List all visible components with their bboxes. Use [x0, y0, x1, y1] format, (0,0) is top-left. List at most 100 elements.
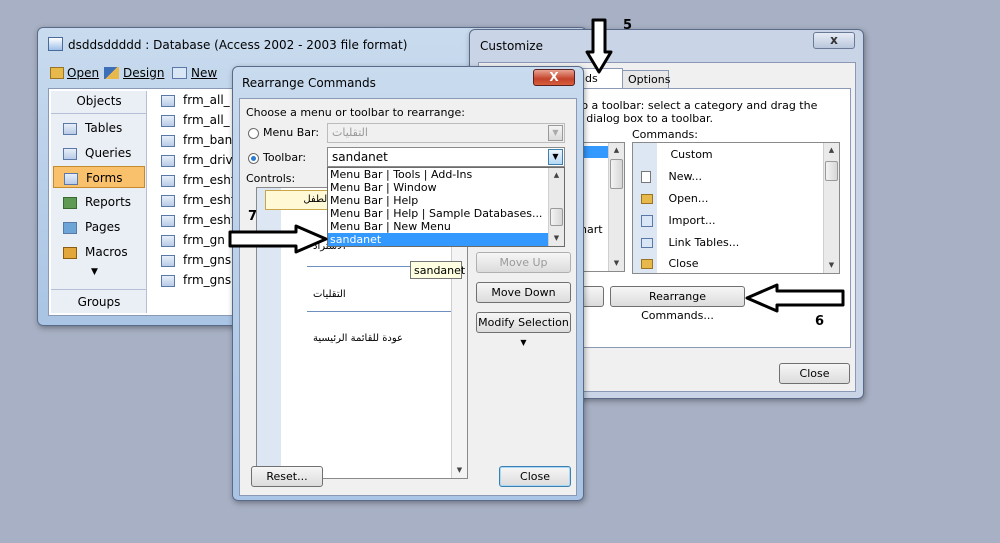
list-item[interactable]: frm_gns [161, 273, 231, 287]
rearrange-client: Choose a menu or toolbar to rearrange: M… [239, 98, 577, 496]
categories-list[interactable]: hart ▲ ▼ [577, 142, 625, 272]
menu-bar-label: Menu Bar: [263, 126, 320, 139]
list-item[interactable]: frm_gns [161, 253, 231, 267]
commands-scrollbar[interactable]: ▲ ▼ [823, 143, 839, 273]
move-down-button[interactable]: Move Down [476, 282, 571, 303]
chevron-down-icon[interactable]: ▼ [548, 125, 563, 141]
toolbar-combo[interactable]: sandanet ▼ [327, 147, 565, 167]
objects-item-macros[interactable]: Macros [63, 245, 128, 259]
rearrange-commands-button[interactable]: Rearrange Commands... [610, 286, 745, 322]
list-item[interactable]: Open... [641, 192, 708, 205]
form-icon [161, 94, 175, 107]
open-button[interactable]: Open [67, 66, 99, 80]
report-icon [63, 196, 77, 209]
list-item[interactable]: frm_gn [161, 233, 225, 247]
categories-scrollbar[interactable]: ▲ ▼ [608, 143, 624, 271]
annotation-arrow-5-icon [585, 18, 613, 74]
dropdown-item[interactable]: Menu Bar | New Menu [330, 220, 451, 233]
page-icon [63, 221, 77, 234]
dropdown-item-selected[interactable]: sandanet [328, 233, 548, 246]
form-icon [161, 274, 175, 287]
objects-item-tables[interactable]: Tables [63, 121, 122, 135]
form-icon [161, 214, 175, 227]
modify-selection-button[interactable]: Modify Selection ▼ [476, 312, 571, 347]
menu-bar-value: التقليات [332, 126, 368, 139]
rearrange-title: Rearrange Commands [242, 76, 376, 90]
close-folder-icon [641, 259, 653, 269]
tab-options[interactable]: Options [622, 70, 670, 88]
objects-header: Objects [76, 94, 122, 108]
annotation-label-5: 5 [623, 18, 633, 33]
toolbar-value: sandanet [332, 150, 388, 164]
list-item[interactable]: frm_esht [161, 173, 236, 187]
list-item[interactable]: frm_ban [161, 133, 232, 147]
form-icon [64, 172, 78, 185]
dropdown-item[interactable]: Menu Bar | Tools | Add-Ins [330, 168, 472, 181]
new-file-icon [641, 171, 651, 183]
dropdown-item[interactable]: Menu Bar | Help [330, 194, 418, 207]
forms-list: frm_all_ frm_all_ frm_ban frm_driv frm_e… [161, 93, 241, 313]
dropdown-item[interactable]: Menu Bar | Window [330, 181, 437, 194]
link-tables-icon [641, 238, 653, 248]
toolbar-radio[interactable] [248, 153, 259, 164]
reset-button[interactable]: Reset... [251, 466, 323, 487]
form-icon [161, 254, 175, 267]
rearrange-close-x-button[interactable]: X [533, 69, 575, 86]
customize-close-main-button[interactable]: Close [779, 363, 850, 384]
tooltip: sandanet [410, 261, 465, 279]
list-item[interactable]: frm_driv [161, 153, 233, 167]
commands-list[interactable]: Custom New... Open... Import... Link Tab… [632, 142, 840, 274]
groups-header[interactable]: Groups [51, 295, 147, 309]
preview-item[interactable]: عودة للقائمة الرئيسية [313, 333, 403, 344]
query-icon [63, 147, 77, 160]
design-icon [104, 67, 119, 79]
open-folder-icon [641, 194, 653, 204]
list-item[interactable]: Custom [641, 148, 713, 161]
dropdown-item[interactable]: Menu Bar | Help | Sample Databases... [330, 207, 542, 220]
customize-close-button[interactable]: x [813, 32, 855, 49]
design-button[interactable]: Design [123, 66, 164, 80]
close-button[interactable]: Close [499, 466, 571, 487]
choose-label: Choose a menu or toolbar to rearrange: [246, 106, 465, 119]
open-icon [50, 67, 64, 79]
preview-item-selected[interactable]: الطفل [265, 190, 335, 210]
chevron-down-icon[interactable]: ▼ [548, 149, 563, 165]
list-item[interactable]: frm_all_ [161, 93, 230, 107]
form-icon [161, 114, 175, 127]
form-icon [161, 194, 175, 207]
rearrange-commands-dialog: Rearrange Commands X Choose a menu or to… [232, 66, 584, 501]
preview-divider [307, 311, 457, 312]
objects-item-pages[interactable]: Pages [63, 220, 120, 234]
form-icon [161, 154, 175, 167]
objects-pane: Objects Tables Queries Forms Reports Pag… [51, 91, 147, 313]
toolbar-dropdown-list[interactable]: Menu Bar | Tools | Add-Ins Menu Bar | Wi… [327, 167, 565, 247]
list-item[interactable]: frm_esht [161, 213, 236, 227]
new-button[interactable]: New [191, 66, 217, 80]
commands-label: Commands: [632, 128, 698, 141]
list-item[interactable]: frm_all_ [161, 113, 230, 127]
toolbar-label: Toolbar: [263, 151, 307, 164]
objects-item-reports[interactable]: Reports [63, 195, 131, 209]
annotation-label-6: 6 [815, 314, 825, 329]
preview-item[interactable]: التقليات [313, 289, 346, 300]
annotation-label-7: 7 [248, 209, 258, 224]
form-icon [161, 234, 175, 247]
menu-bar-radio[interactable] [248, 128, 259, 139]
new-icon [172, 67, 187, 79]
list-item[interactable]: frm_esht [161, 193, 236, 207]
objects-item-queries[interactable]: Queries [63, 146, 131, 160]
list-item[interactable]: Close [641, 257, 698, 270]
form-icon [161, 134, 175, 147]
list-item[interactable]: Import... [641, 214, 716, 227]
annotation-arrow-6-icon [745, 283, 845, 313]
access-window-title: dsddsddddd : Database (Access 2002 - 200… [68, 38, 408, 52]
objects-scroll-down-icon[interactable]: ▼ [91, 267, 98, 277]
list-item[interactable]: New... [641, 170, 702, 183]
objects-item-forms[interactable]: Forms [53, 166, 145, 188]
menu-bar-combo[interactable]: التقليات ▼ [327, 123, 565, 143]
small-button[interactable] [582, 286, 604, 307]
dropdown-scrollbar[interactable]: ▲ ▼ [548, 168, 564, 246]
move-up-button[interactable]: Move Up [476, 252, 571, 273]
list-item[interactable]: Link Tables... [641, 236, 739, 249]
database-icon [48, 37, 63, 51]
